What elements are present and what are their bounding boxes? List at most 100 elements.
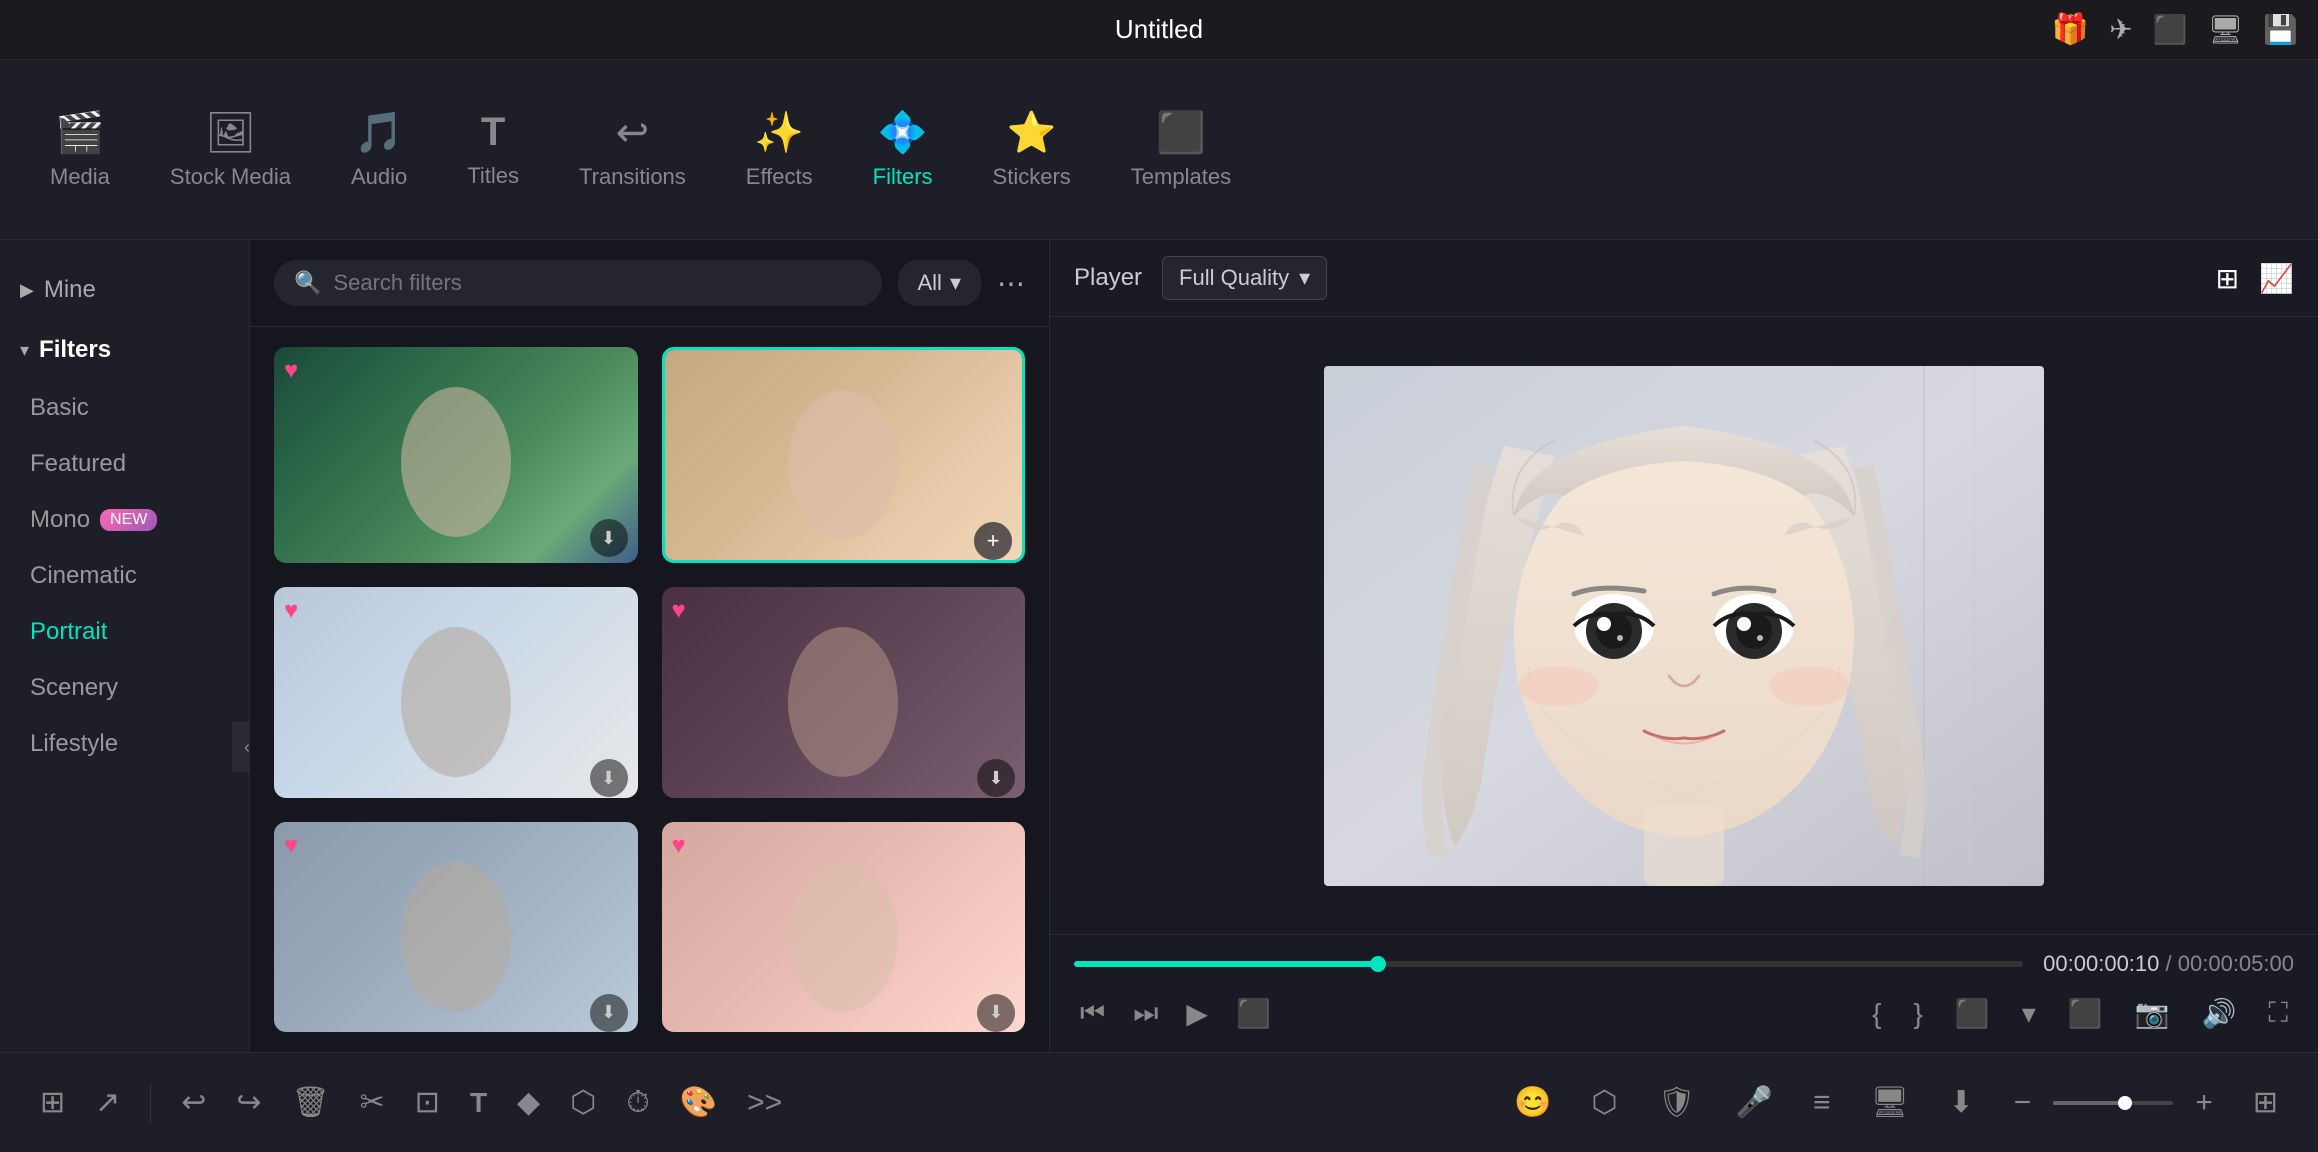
progress-handle[interactable]	[1370, 956, 1386, 972]
filter-card-neon-room[interactable]: ♥ ⬇ Neon Room	[274, 347, 638, 563]
filter-card-night[interactable]: ♥ ⬇ Night	[662, 587, 1026, 797]
download-btn-night[interactable]: ⬇	[977, 759, 1015, 797]
layers-tool-button[interactable]: ≡	[1803, 1076, 1841, 1130]
zoom-in-button[interactable]: +	[2185, 1076, 2223, 1130]
face-oval	[401, 862, 511, 1012]
delete-button[interactable]: 🗑	[282, 1075, 340, 1130]
chart-view-btn[interactable]: 📈	[2259, 262, 2294, 295]
select-tool-button[interactable]: ↗	[85, 1075, 130, 1130]
sidebar-item-basic[interactable]: Basic	[0, 380, 249, 436]
toolbar-audio[interactable]: 🎵 Audio	[321, 99, 437, 200]
toolbar-transitions[interactable]: ↩ Transitions	[549, 100, 716, 200]
progress-bar-container: 00:00:00:10 / 00:00:05:00	[1074, 951, 2294, 977]
stickers-icon: ⭐	[1007, 109, 1057, 156]
stop-button[interactable]: ⬛	[1230, 991, 1277, 1036]
grid-layout-button[interactable]: ⊞	[2243, 1075, 2288, 1130]
zoom-slider[interactable]	[2053, 1101, 2173, 1105]
clock-button[interactable]: ⏱	[616, 1076, 659, 1130]
insert-button[interactable]: ⬛	[1949, 991, 1996, 1036]
face-oval	[788, 390, 898, 540]
grid-view-btn[interactable]: ⊞	[2216, 262, 2239, 295]
gift-icon[interactable]: 🎁	[2052, 12, 2089, 47]
sidebar-item-cinematic[interactable]: Cinematic	[0, 548, 249, 604]
sidebar-item-featured[interactable]: Featured	[0, 436, 249, 492]
player-main	[1050, 317, 2318, 934]
text-button[interactable]: T	[460, 1077, 497, 1129]
toolbar-media[interactable]: 🎬 Media	[20, 99, 140, 200]
undo-button[interactable]: ↩	[171, 1075, 216, 1130]
collapse-icon: ‹	[244, 737, 250, 758]
toolbar-stock-media[interactable]: 🖼 Stock Media	[140, 99, 321, 200]
import-tool-button[interactable]: ⬇	[1939, 1075, 1984, 1130]
download-btn-neon-room[interactable]: ⬇	[590, 519, 628, 557]
grid-tool-button[interactable]: ⊞	[30, 1075, 75, 1130]
redo-button[interactable]: ↪	[226, 1075, 271, 1130]
filter-card-peach[interactable]: ♥ ⬇ Peach	[274, 587, 638, 797]
toolbar-templates[interactable]: ⬛ Templates	[1101, 99, 1261, 200]
sidebar-filter-list: Basic Featured Mono NEW Cinematic Portra…	[0, 380, 249, 772]
more-options-button[interactable]: ⋯	[997, 267, 1025, 300]
skip-back-button[interactable]: ⏮	[1074, 991, 1111, 1036]
sidebar-item-portrait[interactable]: Portrait	[0, 604, 249, 660]
mask-button[interactable]: ⬡	[560, 1075, 606, 1130]
filter-card-cool-mo[interactable]: ♥ ⬇ Cool Mo	[274, 822, 638, 1032]
toolbar-stickers[interactable]: ⭐ Stickers	[963, 99, 1101, 200]
download-btn-vigor[interactable]: ⬇	[977, 994, 1015, 1032]
content-panel: 🔍 All ▾ ⋯ ♥ ⬇ Neon Room	[250, 240, 1050, 1052]
more-tools-button[interactable]: >>	[737, 1076, 792, 1130]
caption-icon[interactable]: ⬛	[2153, 13, 2188, 46]
filter-card-tender[interactable]: + Tender	[662, 347, 1026, 563]
toolbar-effects[interactable]: ✨ Effects	[716, 99, 843, 200]
keyframe-button[interactable]: ◆	[507, 1075, 550, 1130]
play-button[interactable]: ▶	[1180, 991, 1214, 1036]
filter-dropdown-button[interactable]: All ▾	[898, 260, 982, 306]
sidebar-item-lifestyle[interactable]: Lifestyle	[0, 716, 249, 772]
face-oval	[788, 627, 898, 777]
cut-button[interactable]: ✂	[350, 1075, 395, 1130]
chevron-down-ctrl[interactable]: ▾	[2016, 991, 2042, 1036]
color-button[interactable]: 🎨	[670, 1075, 727, 1130]
crop-button[interactable]: ⊡	[405, 1075, 450, 1130]
current-time: 00:00:00:10	[2043, 951, 2159, 976]
step-forward-button[interactable]: ⏭	[1127, 991, 1164, 1036]
screenshot-button[interactable]: 📷	[2129, 991, 2176, 1036]
mark-in-button[interactable]: {	[1866, 992, 1887, 1036]
mark-out-button[interactable]: }	[1907, 992, 1928, 1036]
sidebar-item-mono[interactable]: Mono NEW	[0, 492, 249, 548]
sidebar-featured-label: Featured	[30, 450, 126, 477]
face-tool-button[interactable]: 😊	[1504, 1075, 1561, 1130]
sidebar-collapse-button[interactable]: ‹	[232, 722, 250, 772]
quality-select[interactable]: Full Quality ▾	[1162, 256, 1327, 300]
sidebar-item-scenery[interactable]: Scenery	[0, 660, 249, 716]
filter-thumb-night: ♥ ⬇	[662, 587, 1026, 797]
fullscreen-button[interactable]: ⛶	[2262, 991, 2294, 1036]
shield-tool-button[interactable]: 🛡	[1648, 1075, 1706, 1130]
face-shape-peach	[376, 607, 536, 797]
mic-tool-button[interactable]: 🎤	[1726, 1075, 1783, 1130]
screen-tool-button[interactable]: 🖥	[1861, 1075, 1919, 1130]
chevron-down-icon: ▾	[950, 270, 961, 296]
toolbar-filters[interactable]: 💠 Filters	[843, 99, 963, 200]
download-btn-peach[interactable]: ⬇	[590, 759, 628, 797]
sidebar-mine-section[interactable]: ▶ Mine	[0, 260, 249, 320]
effect-tool-button[interactable]: ⬡	[1581, 1075, 1627, 1130]
bottom-toolbar-right: 😊 ⬡ 🛡 🎤 ≡ 🖥 ⬇ − + ⊞	[1504, 1075, 2288, 1130]
zoom-handle[interactable]	[2118, 1096, 2132, 1110]
filter-card-vigor[interactable]: ♥ ⬇ Vigor	[662, 822, 1026, 1032]
download-btn-cool-mo[interactable]: ⬇	[590, 994, 628, 1032]
filter-all-label: All	[918, 270, 942, 296]
search-input[interactable]	[333, 270, 861, 296]
zoom-out-button[interactable]: −	[2004, 1076, 2042, 1130]
sidebar-filters-section[interactable]: ▾ Filters	[0, 320, 249, 380]
send-icon[interactable]: ✈	[2109, 13, 2132, 46]
toolbar-titles[interactable]: T Titles	[437, 100, 549, 199]
progress-bar[interactable]	[1074, 961, 2023, 967]
volume-button[interactable]: 🔊	[2196, 991, 2243, 1036]
add-btn-tender[interactable]: +	[974, 522, 1012, 560]
filter-grid: ♥ ⬇ Neon Room + Tender	[250, 327, 1049, 1052]
player-panel: Player Full Quality ▾ ⊞ 📈	[1050, 240, 2318, 1052]
monitor-icon[interactable]: 🖥	[2208, 13, 2244, 46]
audio-icon: 🎵	[354, 109, 404, 156]
export-button[interactable]: ⬛	[2062, 991, 2109, 1036]
save-icon[interactable]: 💾	[2263, 13, 2298, 46]
